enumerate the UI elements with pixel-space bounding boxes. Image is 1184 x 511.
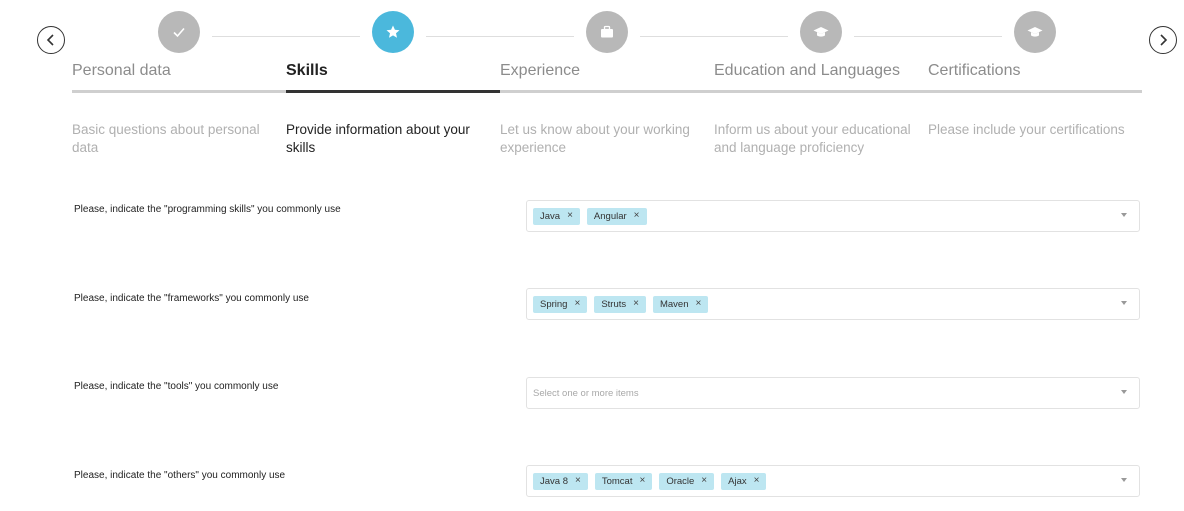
chevron-right-icon	[1160, 34, 1168, 46]
tag: Angular ×	[586, 207, 647, 225]
tab-certifications[interactable]: Certifications	[928, 62, 1020, 80]
tag: Ajax ×	[721, 472, 767, 490]
tab-skills[interactable]: Skills	[286, 62, 328, 80]
step-5-indicator[interactable]	[1014, 11, 1056, 53]
tab-personal-data[interactable]: Personal data	[72, 62, 171, 80]
tag: Struts ×	[594, 295, 646, 313]
chevron-down-icon[interactable]	[1121, 213, 1127, 217]
chevron-down-icon[interactable]	[1121, 390, 1127, 394]
step-description: Let us know about your working experienc…	[500, 122, 690, 155]
step-connector	[640, 36, 788, 37]
remove-tag-icon[interactable]: ×	[754, 476, 760, 486]
tab-underline-active	[286, 90, 500, 93]
step-connector	[854, 36, 1002, 37]
chevron-down-icon[interactable]	[1121, 301, 1127, 305]
frameworks-select[interactable]: Spring × Struts × Maven ×	[526, 288, 1140, 320]
others-select[interactable]: Java 8 × Tomcat × Oracle × Ajax ×	[526, 465, 1140, 497]
briefcase-icon	[601, 25, 613, 38]
programming-skills-select[interactable]: Java × Angular ×	[526, 200, 1140, 232]
others-label: Please, indicate the "others" you common…	[74, 470, 286, 481]
step-description: Basic questions about personal data	[72, 122, 260, 155]
step-2-indicator[interactable]	[372, 11, 414, 53]
step-connector	[426, 36, 574, 37]
step-3-indicator[interactable]	[586, 11, 628, 53]
graduation-cap-icon	[813, 27, 829, 37]
tag: Tomcat ×	[594, 472, 653, 490]
tools-label: Please, indicate the "tools" you commonl…	[74, 381, 279, 392]
remove-tag-icon[interactable]: ×	[633, 299, 639, 309]
chevron-down-icon[interactable]	[1121, 478, 1127, 482]
step-description: Inform us about your educational and lan…	[714, 122, 911, 155]
remove-tag-icon[interactable]: ×	[575, 476, 581, 486]
tag: Oracle ×	[659, 472, 715, 490]
remove-tag-icon[interactable]: ×	[634, 211, 640, 221]
tab-education-and-languages[interactable]: Education and Languages	[714, 62, 900, 80]
step-1-indicator[interactable]	[158, 11, 200, 53]
tag: Maven ×	[652, 295, 709, 313]
tab-experience[interactable]: Experience	[500, 62, 580, 80]
tools-select[interactable]: Select one or more items	[526, 377, 1140, 409]
step-description: Provide information about your skills	[286, 122, 470, 155]
graduation-cap-icon	[1027, 27, 1043, 37]
remove-tag-icon[interactable]: ×	[567, 211, 573, 221]
remove-tag-icon[interactable]: ×	[639, 476, 645, 486]
tag: Spring ×	[533, 295, 588, 313]
tab-underline-track	[72, 90, 1142, 93]
chevron-left-icon	[46, 34, 54, 46]
star-icon	[386, 25, 400, 38]
tag: Java 8 ×	[533, 472, 588, 490]
programming-skills-label: Please, indicate the "programming skills…	[74, 204, 341, 215]
previous-step-button[interactable]	[37, 26, 65, 54]
step-4-indicator[interactable]	[800, 11, 842, 53]
next-step-button[interactable]	[1149, 26, 1177, 54]
frameworks-label: Please, indicate the "frameworks" you co…	[74, 293, 309, 304]
remove-tag-icon[interactable]: ×	[574, 299, 580, 309]
step-description: Please include your certifications	[928, 122, 1125, 137]
step-connector	[212, 36, 360, 37]
check-icon	[173, 27, 185, 38]
remove-tag-icon[interactable]: ×	[695, 299, 701, 309]
tag: Java ×	[533, 207, 580, 225]
select-placeholder: Select one or more items	[533, 387, 639, 399]
remove-tag-icon[interactable]: ×	[701, 476, 707, 486]
